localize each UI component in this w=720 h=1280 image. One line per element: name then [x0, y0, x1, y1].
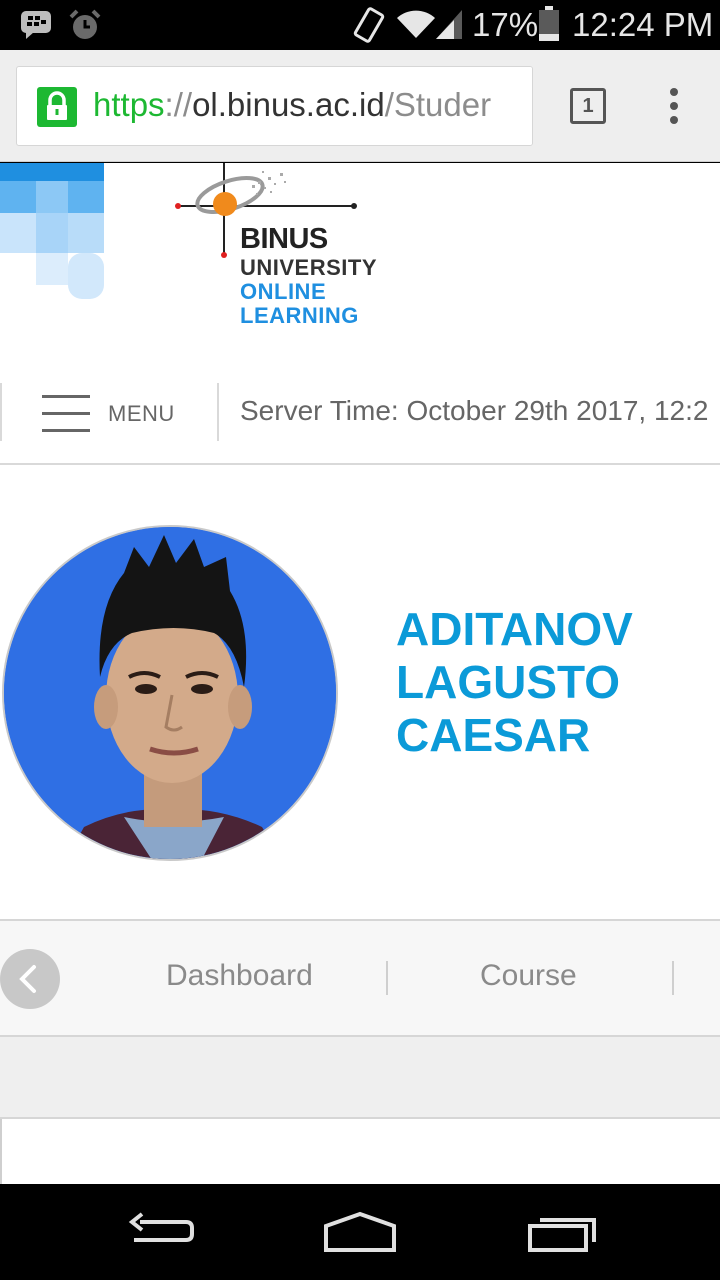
status-bar: 17% 12:24 PM [0, 0, 720, 50]
url-text[interactable]: https://ol.binus.ac.id/Studer [93, 86, 491, 124]
nav-back-button[interactable] [0, 949, 60, 1009]
menu-divider [217, 383, 219, 441]
logo-text-learning: LEARNING [240, 303, 359, 328]
server-time: Server Time: October 29th 2017, 12:2 [240, 395, 709, 426]
browser-toolbar: https://ol.binus.ac.id/Studer 1 [0, 50, 720, 162]
url-host: ol.binus.ac.id [192, 86, 385, 123]
page-nav-bar: Dashboard Course [0, 919, 720, 1037]
clock: 12:24 PM [572, 6, 714, 43]
profile-section: ADITANOV LAGUSTO CAESAR [0, 463, 720, 919]
chevron-left-icon [19, 965, 36, 993]
logo-text-university: UNIVERSITY [240, 255, 378, 280]
wifi-icon [397, 10, 435, 38]
url-scheme: https [93, 86, 165, 123]
hamburger-icon [42, 395, 90, 432]
url-path: /Studer [384, 86, 492, 123]
student-name: ADITANOV LAGUSTO CAESAR [396, 603, 633, 761]
recent-apps-icon[interactable] [526, 1210, 598, 1254]
tab-switcher-button[interactable]: 1 [570, 88, 606, 124]
nav-item-course[interactable]: Course [480, 959, 577, 993]
menu-button[interactable]: MENU [30, 381, 210, 445]
header-decoration [0, 163, 104, 299]
menu-bar: MENU Server Time: October 29th 2017, 12:… [0, 381, 720, 465]
nav-separator [672, 961, 674, 995]
menu-bar-left-border [0, 383, 2, 441]
secure-lock-icon[interactable] [37, 87, 77, 127]
nav-item-dashboard[interactable]: Dashboard [166, 959, 313, 993]
system-nav-bar [0, 1184, 720, 1280]
menu-label: MENU [108, 401, 175, 426]
logo-text-online: ONLINE [240, 279, 327, 304]
overflow-menu-icon[interactable] [664, 88, 684, 126]
rotate-icon [353, 7, 385, 43]
url-bar[interactable]: https://ol.binus.ac.id/Studer [16, 66, 533, 146]
signal-icon [436, 10, 462, 39]
logo-text-binus: BINUS [240, 223, 328, 255]
back-icon[interactable] [126, 1210, 196, 1254]
url-fade [502, 67, 532, 145]
url-separator: :// [164, 86, 193, 123]
blackberry-messenger-icon [21, 11, 51, 39]
content-header-strip [0, 1037, 720, 1119]
binus-logo[interactable]: BINUS UNIVERSITY ONLINE LEARNING [172, 163, 382, 333]
battery-icon [539, 6, 559, 41]
battery-percentage: 17% [472, 6, 539, 43]
nav-separator [386, 961, 388, 995]
alarm-icon [69, 9, 101, 39]
home-icon[interactable] [322, 1210, 398, 1254]
web-page: BINUS UNIVERSITY ONLINE LEARNING MENU Se… [0, 163, 720, 1184]
content-panel [0, 1119, 720, 1184]
student-avatar [2, 525, 338, 861]
